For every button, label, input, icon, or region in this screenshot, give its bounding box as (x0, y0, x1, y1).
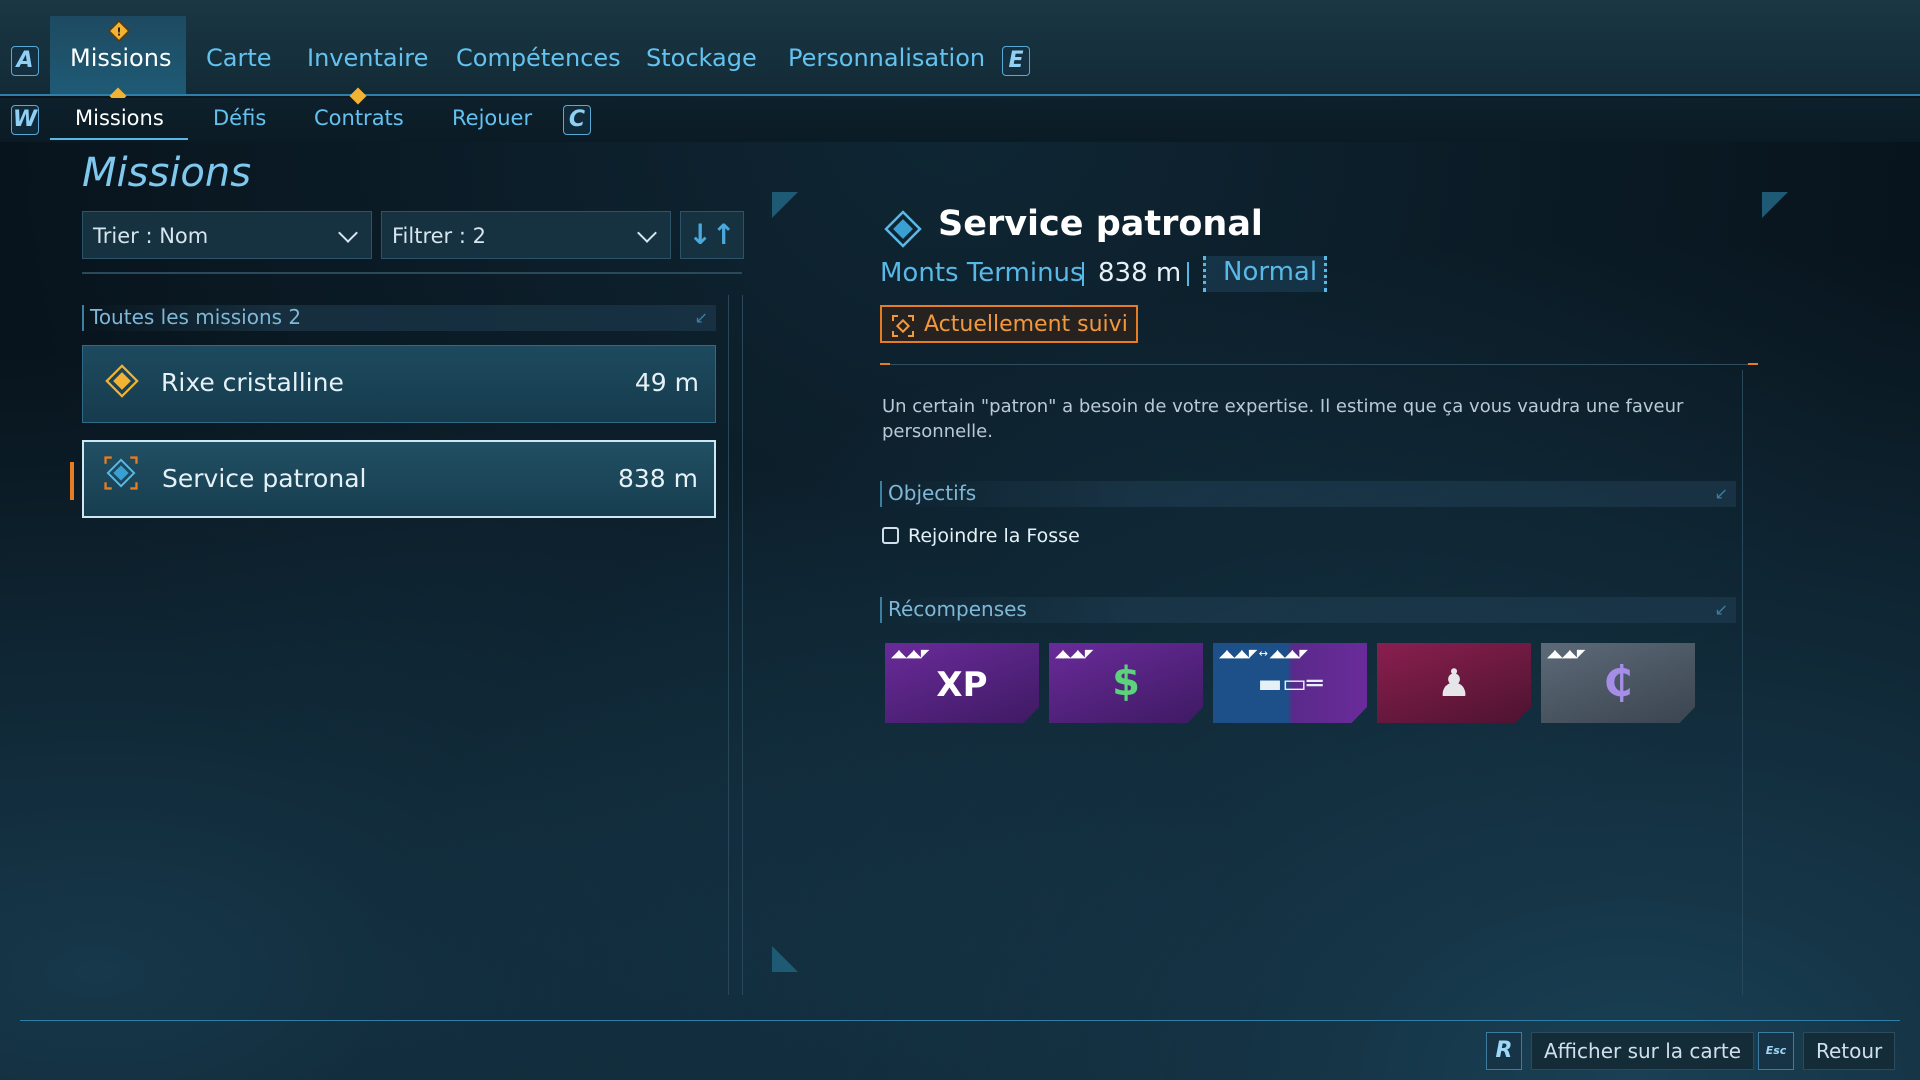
subtab-underline (50, 138, 188, 140)
tab-inventaire[interactable]: Inventaire (307, 44, 428, 72)
list-scroll-track[interactable] (728, 295, 729, 995)
mission-description: Un certain "patron" a besoin de votre ex… (882, 396, 1684, 442)
corner-decoration (1762, 192, 1788, 218)
reward-currency[interactable]: ◢◣◢◣◤ ₵ (1541, 643, 1695, 723)
objectives-label: Objectifs (888, 481, 977, 505)
sort-arrows-icon: ↓↑ (688, 218, 736, 251)
divider-accent (1748, 363, 1758, 365)
tracked-label: Actuellement suivi (924, 312, 1128, 337)
mission-distance: 49 m (634, 368, 699, 397)
reward-weapon[interactable]: ◢◣◢◣◤ ↔ ◢◣◢◣◤ ▬▭═ (1213, 643, 1367, 723)
difficulty-badge: Normal (1203, 256, 1327, 292)
filter-dropdown[interactable]: Filtrer : 2 (381, 211, 671, 259)
objectives-header: Objectifs ↙ (880, 481, 1736, 507)
page-title: Missions (82, 150, 252, 196)
currency-icon: ₵ (1603, 657, 1633, 706)
warning-icon: ! (108, 20, 130, 46)
emote-icon: ♟ (1436, 661, 1472, 705)
sort-label: Trier : Nom (93, 224, 209, 248)
mission-row[interactable]: Rixe cristalline 49 m (82, 345, 716, 423)
back-key[interactable]: Esc (1758, 1032, 1794, 1070)
svg-text:!: ! (116, 26, 121, 39)
corner-decoration (772, 946, 798, 972)
detail-distance: 838 m (1098, 258, 1182, 288)
show-on-map-button[interactable]: Afficher sur la carte (1531, 1032, 1755, 1070)
mission-tracked-icon (104, 456, 138, 490)
reward-money[interactable]: ◢◣◢◣◤ $ (1049, 643, 1203, 723)
shotgun-icon: ▬▭═ (1257, 669, 1323, 699)
collapse-icon[interactable]: ↙ (695, 308, 708, 327)
section-header: Toutes les missions 2 ↙ (82, 305, 716, 331)
sort-dropdown[interactable]: Trier : Nom (82, 211, 372, 259)
difficulty-label: Normal (1223, 257, 1318, 287)
sub-nav-bar (0, 98, 1920, 142)
reward-emote[interactable]: ♟ (1377, 643, 1531, 723)
tracked-icon (892, 315, 914, 337)
reward-xp[interactable]: ◢◣◢◣◤ XP (885, 643, 1039, 723)
subtab-contrats[interactable]: Contrats (314, 106, 404, 130)
rewards-header: Récompenses ↙ (880, 597, 1736, 623)
money-icon: $ (1112, 659, 1140, 705)
subtab-rejouer[interactable]: Rejouer (452, 106, 532, 130)
nav-right-key[interactable]: E (1002, 46, 1030, 76)
divider-accent (880, 363, 890, 365)
panel-divider (742, 295, 743, 995)
collapse-icon[interactable]: ↙ (1715, 484, 1728, 503)
detail-divider (880, 364, 1756, 365)
tab-missions[interactable]: Missions (70, 44, 171, 72)
tab-personnalisation[interactable]: Personnalisation (788, 44, 985, 72)
sort-direction-button[interactable]: ↓↑ (680, 211, 744, 259)
mission-type-icon (882, 208, 924, 254)
rewards-label: Récompenses (888, 597, 1027, 621)
filter-label: Filtrer : 2 (392, 224, 486, 248)
xp-icon: XP (936, 665, 988, 705)
objective-text: Rejoindre la Fosse (908, 525, 1080, 547)
subtab-missions[interactable]: Missions (75, 106, 164, 130)
tab-stockage[interactable]: Stockage (646, 44, 757, 72)
objective-checkbox (882, 527, 899, 544)
mission-name: Service patronal (162, 464, 367, 493)
separator (1187, 262, 1189, 286)
section-label: Toutes les missions 2 (90, 305, 302, 329)
detail-title: Service patronal (938, 204, 1263, 244)
mission-distance: 838 m (617, 464, 698, 493)
nav-left-key[interactable]: A (11, 46, 39, 76)
chevron-down-icon (338, 223, 358, 243)
subnav-left-key[interactable]: W (11, 105, 39, 135)
mission-name: Rixe cristalline (161, 368, 344, 397)
detail-location: Monts Terminus (880, 258, 1084, 288)
tab-competences[interactable]: Compétences (456, 44, 621, 72)
chevron-down-icon (637, 223, 657, 243)
collapse-icon[interactable]: ↙ (1715, 600, 1728, 619)
selection-marker (70, 462, 74, 500)
top-nav-divider (0, 94, 1920, 96)
filter-divider (82, 272, 742, 274)
back-button[interactable]: Retour (1803, 1032, 1896, 1070)
map-key[interactable]: R (1486, 1032, 1522, 1070)
rarity-marker-icon: ◢◣◢◣◤ (891, 647, 929, 660)
subnav-right-key[interactable]: C (563, 105, 591, 135)
tab-carte[interactable]: Carte (206, 44, 272, 72)
subtab-defis[interactable]: Défis (213, 106, 266, 130)
rarity-marker-icon: ◢◣◢◣◤ ↔ ◢◣◢◣◤ (1219, 647, 1308, 660)
corner-decoration (772, 192, 798, 218)
tracked-badge: Actuellement suivi (880, 305, 1138, 343)
separator (1082, 262, 1084, 286)
mission-row-selected[interactable]: Service patronal 838 m (82, 440, 716, 518)
footer-divider (20, 1020, 1900, 1021)
detail-scroll-track[interactable] (1742, 370, 1743, 995)
mission-diamond-icon (105, 364, 139, 398)
